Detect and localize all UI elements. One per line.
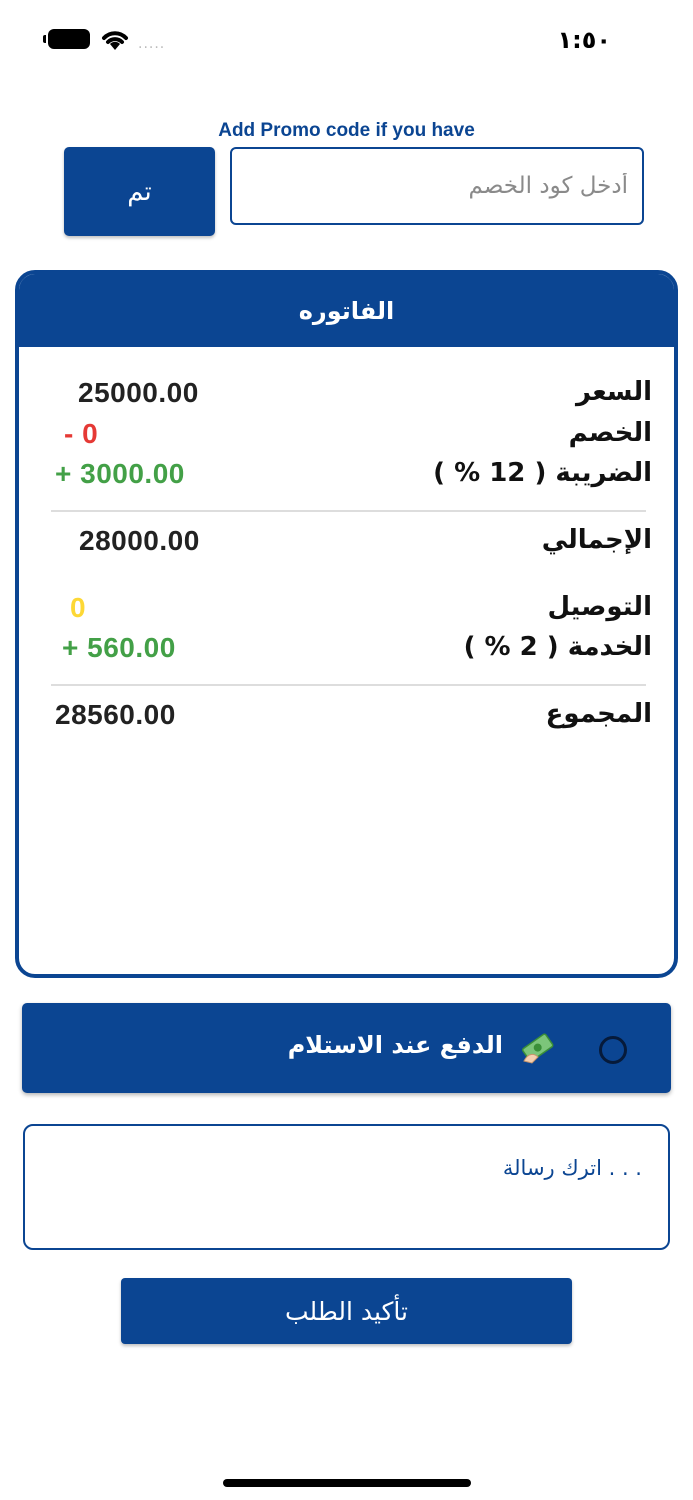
invoice-title: الفاتوره [19,274,674,347]
delivery-value: 0 [70,592,87,623]
message-textarea[interactable] [23,1124,670,1250]
apply-promo-button[interactable]: تم [64,147,215,236]
payment-option-cash-on-delivery[interactable]: الدفع عند الاستلام [22,1003,671,1093]
status-bar: ..... ١:٥٠ [0,0,693,80]
promo-label: Add Promo code if you have [218,120,475,141]
signal-icon: ..... [138,36,166,52]
invoice-card: الفاتوره السعر 25000.00 الخصم - 0 الضريب… [15,270,678,978]
clock: ١:٥٠ [557,26,611,54]
confirm-order-button[interactable]: تأكيد الطلب [121,1278,572,1344]
discount-value: - 0 [64,418,99,449]
invoice-row-subtotal: الإجمالي 28000.00 [19,525,674,565]
service-label: الخدمة ( 2 % ) [463,632,652,662]
invoice-row-service: الخدمة ( 2 % ) + 560.00 [19,632,674,672]
delivery-label: التوصيل [547,592,652,622]
home-indicator [223,1479,471,1487]
divider [51,684,646,686]
subtotal-value: 28000.00 [79,525,200,556]
invoice-row-tax: الضريبة ( 12 % ) + 3000.00 [19,458,674,498]
invoice-row-discount: الخصم - 0 [19,418,674,458]
battery-icon [43,29,90,49]
invoice-row-price: السعر 25000.00 [19,377,674,417]
tax-value: + 3000.00 [55,458,185,489]
invoice-row-total: المجموع 28560.00 [19,699,674,739]
price-label: السعر [576,377,652,407]
subtotal-label: الإجمالي [541,525,652,555]
promo-code-input[interactable] [230,147,644,225]
invoice-row-delivery: التوصيل 0 [19,592,674,632]
tax-label: الضريبة ( 12 % ) [433,458,652,488]
radio-button[interactable] [599,1036,627,1064]
wifi-icon [102,31,128,50]
total-label: المجموع [545,699,652,729]
discount-label: الخصم [568,418,652,448]
money-icon [521,1033,554,1064]
price-value: 25000.00 [78,377,199,408]
total-value: 28560.00 [55,699,176,730]
payment-label: الدفع عند الاستلام [287,1031,503,1059]
service-value: + 560.00 [62,632,176,663]
divider [51,510,646,512]
